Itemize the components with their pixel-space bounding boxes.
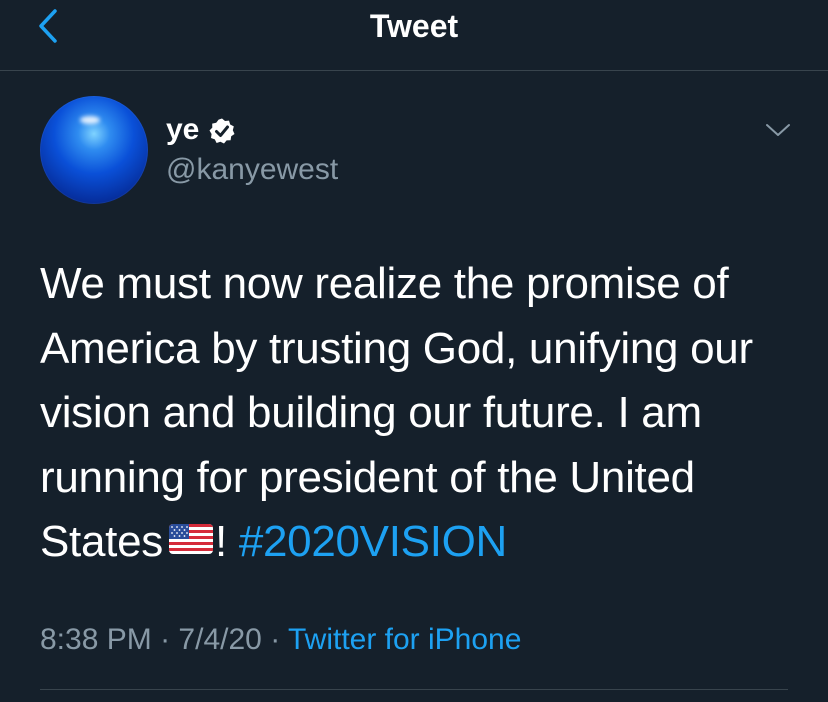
- tweet-date: 7/4/20: [178, 623, 262, 656]
- author-handle[interactable]: @kanyewest: [166, 152, 338, 188]
- divider: [40, 689, 788, 690]
- tweet-source-link[interactable]: Twitter for iPhone: [288, 623, 521, 656]
- top-bar: Tweet: [0, 0, 828, 71]
- us-flag-icon: [168, 508, 213, 573]
- meta-separator: ·: [160, 623, 171, 656]
- author-name[interactable]: ye: [166, 112, 199, 148]
- verified-badge-icon: [209, 118, 235, 144]
- avatar-glint: [80, 116, 100, 124]
- tweet-text: We must now realize the promise of Ameri…: [40, 252, 800, 577]
- tweet-text-after-flag: !: [214, 517, 227, 566]
- tweet-time: 8:38 PM: [40, 623, 152, 656]
- chevron-down-icon: [766, 124, 790, 136]
- meta-separator: ·: [270, 623, 281, 656]
- tweet-meta: 8:38 PM · 7/4/20 · Twitter for iPhone: [40, 620, 521, 660]
- page-title: Tweet: [369, 8, 459, 44]
- avatar[interactable]: [40, 96, 148, 204]
- tweet-detail-screen: Tweet ye @kanyewest We must now realize …: [0, 0, 828, 702]
- hashtag-link[interactable]: #2020VISION: [239, 517, 508, 566]
- more-options-button[interactable]: [762, 116, 794, 144]
